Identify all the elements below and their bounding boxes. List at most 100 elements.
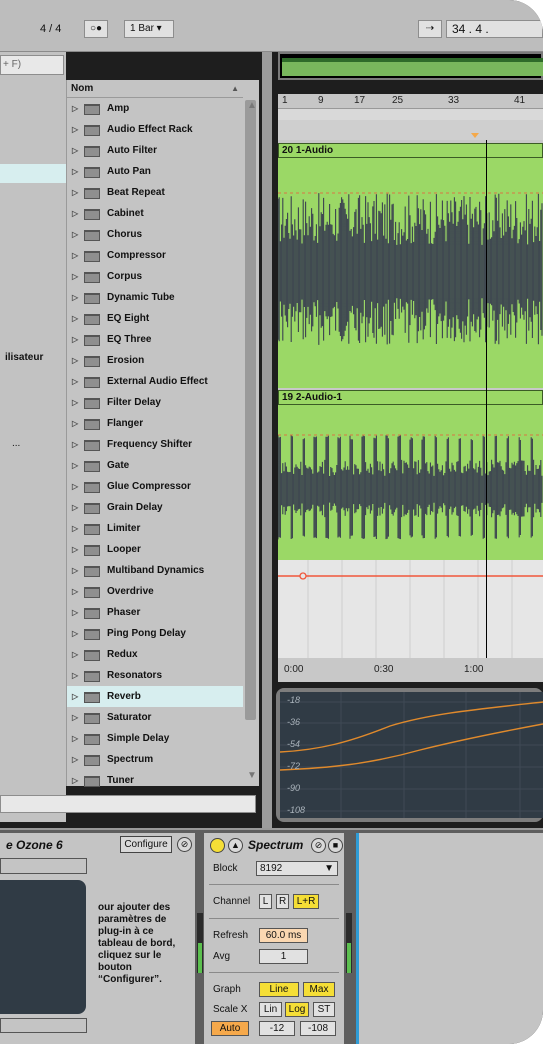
list-item[interactable]: ▷ Chorus	[67, 224, 243, 245]
list-item[interactable]: ▷ Corpus	[67, 266, 243, 287]
list-item[interactable]: ▷ Compressor	[67, 245, 243, 266]
scale-log-button[interactable]: Log	[285, 1002, 309, 1017]
expand-arrow-icon[interactable]: ▷	[72, 686, 78, 707]
expand-arrow-icon[interactable]: ▷	[72, 350, 78, 371]
expand-arrow-icon[interactable]: ▷	[72, 770, 78, 791]
spectrum-display[interactable]	[279, 692, 543, 818]
expand-arrow-icon[interactable]: ▷	[72, 455, 78, 476]
song-position[interactable]: 34 . 4 .	[446, 20, 543, 38]
automation-breakpoint[interactable]	[299, 572, 307, 580]
avg-value[interactable]: 1	[259, 949, 308, 964]
expand-arrow-icon[interactable]: ▷	[72, 434, 78, 455]
configure-button[interactable]: Configure	[120, 836, 172, 853]
list-item[interactable]: ▷ Looper	[67, 539, 243, 560]
graph-max-button[interactable]: Max	[303, 982, 335, 997]
list-item[interactable]: ▷ Glue Compressor	[67, 476, 243, 497]
automation-lane[interactable]	[278, 560, 543, 660]
list-item[interactable]: ▷ Resonators	[67, 665, 243, 686]
browser-search-input[interactable]: + F)	[0, 55, 64, 75]
list-item[interactable]: ▷ Overdrive	[67, 581, 243, 602]
list-item[interactable]: ▷ Limiter	[67, 518, 243, 539]
expand-arrow-icon[interactable]: ▷	[72, 497, 78, 518]
refresh-value[interactable]: 60.0 ms	[259, 928, 308, 943]
waveform-clip-2[interactable]	[278, 405, 543, 560]
expand-arrow-icon[interactable]: ▷	[72, 518, 78, 539]
ozone-param-field-2[interactable]	[0, 1018, 87, 1033]
expand-arrow-icon[interactable]: ▷	[72, 224, 78, 245]
expand-arrow-icon[interactable]: ▷	[72, 287, 78, 308]
follow-icon[interactable]: ⇢	[418, 20, 442, 38]
clip-title-1[interactable]: 20 1-Audio	[278, 143, 543, 158]
list-item[interactable]: ▷ Ping Pong Delay	[67, 623, 243, 644]
sidebar-label-user[interactable]: ilisateur	[5, 352, 43, 363]
sidebar-selected-item[interactable]	[0, 164, 66, 183]
list-item[interactable]: ▷ Saturator	[67, 707, 243, 728]
sort-arrow-icon[interactable]: ▲	[231, 80, 239, 98]
expand-arrow-icon[interactable]: ▷	[72, 476, 78, 497]
expand-arrow-icon[interactable]: ▷	[72, 266, 78, 287]
block-select[interactable]: 8192 ▼	[256, 861, 338, 876]
list-item[interactable]: ▷ Tuner	[67, 770, 243, 791]
channel-left-button[interactable]: L	[259, 894, 272, 909]
expand-arrow-icon[interactable]: ▷	[72, 182, 78, 203]
expand-arrow-icon[interactable]: ▷	[72, 623, 78, 644]
range-high-field[interactable]: -108	[300, 1021, 336, 1036]
time-signature[interactable]: 4 / 4	[40, 21, 61, 37]
list-item[interactable]: ▷ Phaser	[67, 602, 243, 623]
expand-arrow-icon[interactable]: ▷	[72, 140, 78, 161]
ozone-plugin-screen[interactable]	[0, 880, 86, 1014]
clip-title-2[interactable]: 19 2-Audio-1	[278, 390, 543, 405]
expand-arrow-icon[interactable]: ▷	[72, 119, 78, 140]
spectrum-device-title[interactable]: Spectrum	[248, 838, 303, 852]
range-low-field[interactable]: -12	[259, 1021, 295, 1036]
scroll-up-icon[interactable]: ▲	[247, 100, 257, 111]
expand-arrow-icon[interactable]: ▷	[72, 98, 78, 119]
column-header-name[interactable]: Nom ▲	[67, 80, 243, 98]
waveform-clip-1[interactable]	[278, 158, 543, 388]
sidebar-label-more[interactable]: ...	[12, 438, 20, 449]
scroll-thumb[interactable]	[245, 100, 256, 720]
expand-arrow-icon[interactable]: ▷	[72, 707, 78, 728]
list-item[interactable]: ▷ Reverb	[67, 686, 243, 707]
scroll-down-icon[interactable]: ▼	[247, 770, 257, 781]
list-item[interactable]: ▷ Erosion	[67, 350, 243, 371]
expand-arrow-icon[interactable]: ▷	[72, 329, 78, 350]
device-power-icon[interactable]	[210, 838, 225, 853]
expand-arrow-icon[interactable]: ▷	[72, 371, 78, 392]
list-item[interactable]: ▷ Dynamic Tube	[67, 287, 243, 308]
playhead-marker-icon[interactable]	[471, 133, 479, 138]
locator-strip[interactable]	[278, 120, 543, 140]
expand-arrow-icon[interactable]: ▷	[72, 413, 78, 434]
list-item[interactable]: ▷ Simple Delay	[67, 728, 243, 749]
info-field[interactable]	[0, 795, 256, 813]
list-item[interactable]: ▷ Filter Delay	[67, 392, 243, 413]
expand-arrow-icon[interactable]: ▷	[72, 665, 78, 686]
list-item[interactable]: ▷ Amp	[67, 98, 243, 119]
list-item[interactable]: ▷ External Audio Effect	[67, 371, 243, 392]
expand-arrow-icon[interactable]: ▷	[72, 308, 78, 329]
expand-arrow-icon[interactable]: ▷	[72, 602, 78, 623]
list-item[interactable]: ▷ Frequency Shifter	[67, 434, 243, 455]
ozone-settings-icon[interactable]: ⊘	[177, 837, 192, 852]
ozone-device-title[interactable]: e Ozone 6	[6, 838, 63, 852]
list-item[interactable]: ▷ Redux	[67, 644, 243, 665]
expand-arrow-icon[interactable]: ▷	[72, 581, 78, 602]
list-item[interactable]: ▷ Auto Filter	[67, 140, 243, 161]
scale-lin-button[interactable]: Lin	[259, 1002, 282, 1017]
list-item[interactable]: ▷ Spectrum	[67, 749, 243, 770]
spectrum-save-icon[interactable]: ■	[328, 838, 343, 853]
list-item[interactable]: ▷ Audio Effect Rack	[67, 119, 243, 140]
scale-st-button[interactable]: ST	[313, 1002, 335, 1017]
list-item[interactable]: ▷ Grain Delay	[67, 497, 243, 518]
graph-line-button[interactable]: Line	[259, 982, 299, 997]
expand-arrow-icon[interactable]: ▷	[72, 644, 78, 665]
expand-arrow-icon[interactable]: ▷	[72, 560, 78, 581]
expand-arrow-icon[interactable]: ▷	[72, 203, 78, 224]
expand-arrow-icon[interactable]: ▷	[72, 749, 78, 770]
expand-arrow-icon[interactable]: ▷	[72, 245, 78, 266]
expand-arrow-icon[interactable]: ▷	[72, 392, 78, 413]
auto-button[interactable]: Auto	[211, 1021, 249, 1036]
expand-arrow-icon[interactable]: ▷	[72, 728, 78, 749]
list-item[interactable]: ▷ Flanger	[67, 413, 243, 434]
quantize-menu[interactable]: 1 Bar ▾	[124, 20, 174, 38]
